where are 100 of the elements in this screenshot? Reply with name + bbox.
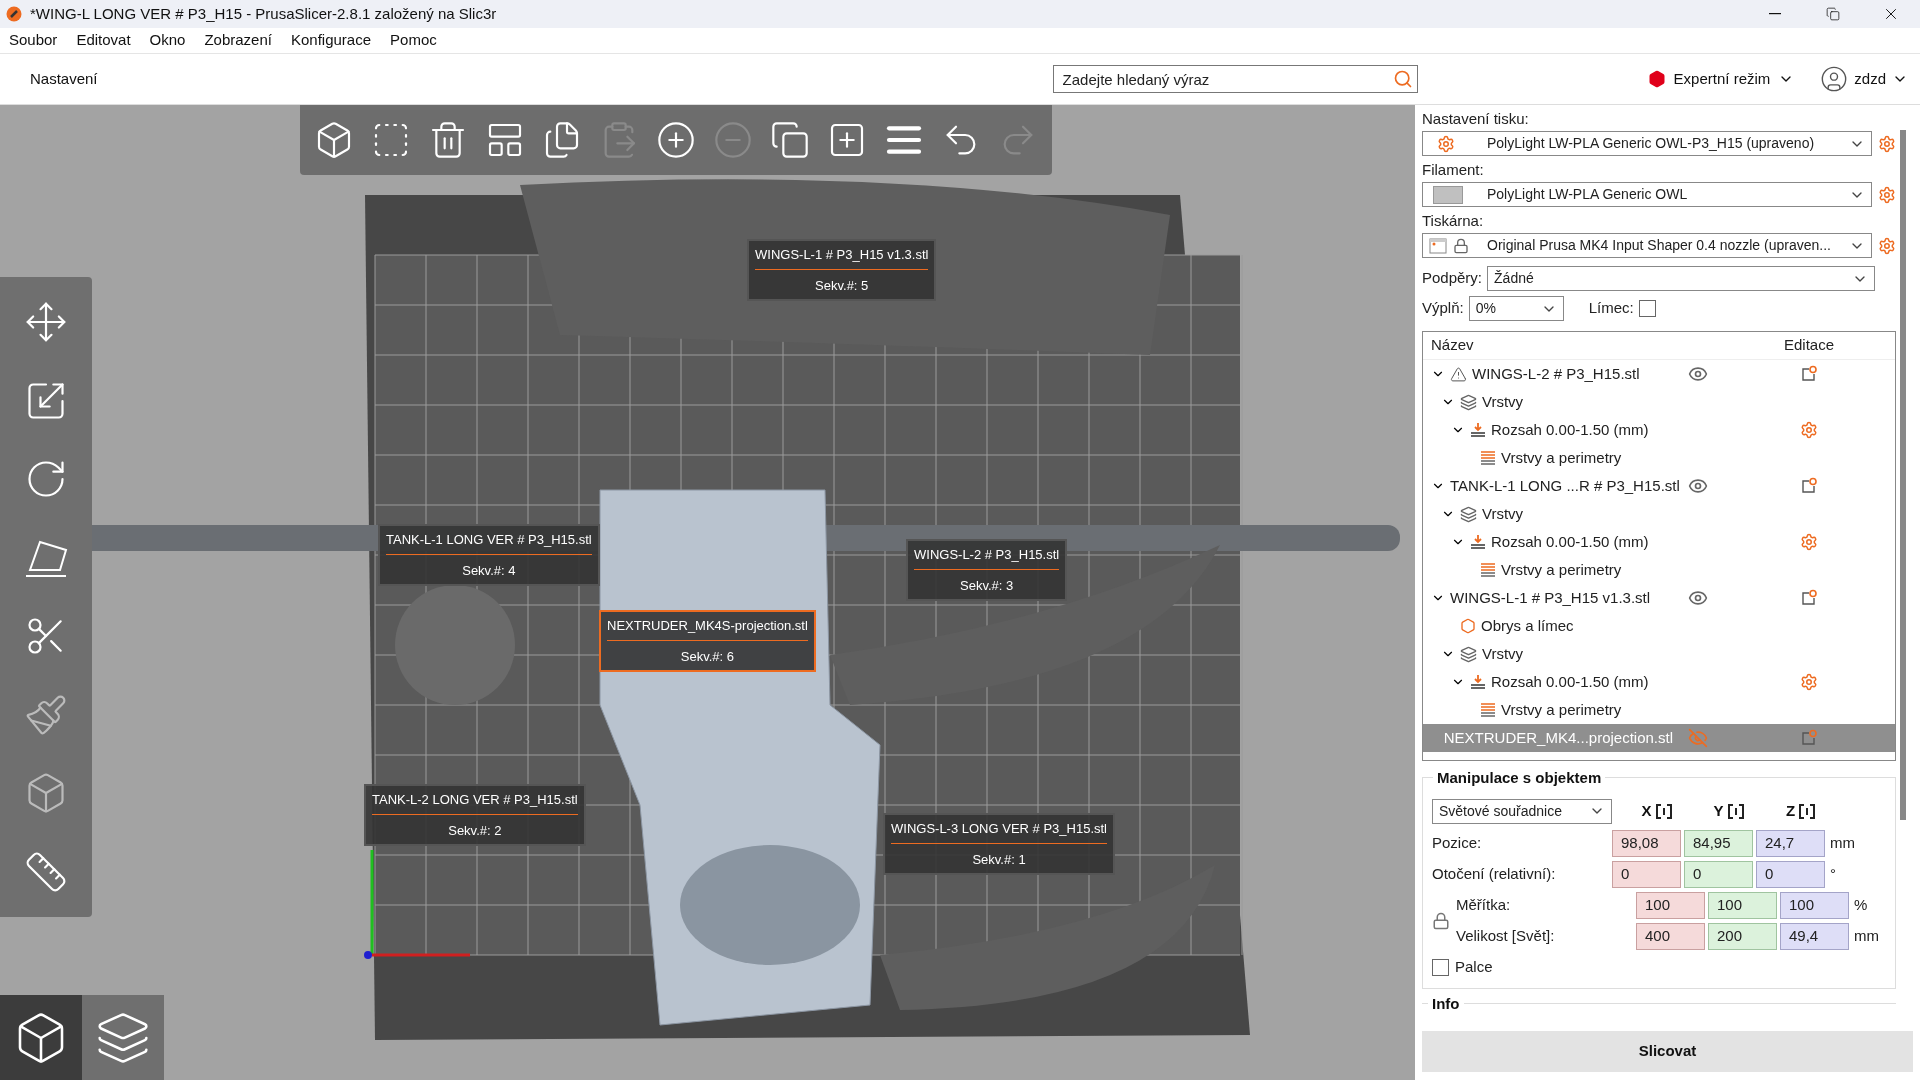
object-label-name: WINGS-L-2 # P3_H15.stl bbox=[914, 545, 1060, 570]
tree-item-label[interactable]: Vrstvy bbox=[1482, 642, 1524, 666]
tree-item-label[interactable]: Vrstvy bbox=[1482, 390, 1524, 414]
infill-dropdown[interactable]: 0% bbox=[1468, 296, 1564, 321]
field-label: Otočení (relativní): bbox=[1432, 864, 1557, 885]
preset-label: Nastavení tisku: bbox=[1422, 108, 1530, 129]
tree-item-label[interactable]: Rozsah 0.00-1.50 (mm) bbox=[1491, 418, 1649, 442]
view-button[interactable] bbox=[0, 995, 82, 1080]
edit-object-icon[interactable] bbox=[1800, 589, 1818, 607]
lock-icon bbox=[1453, 237, 1469, 254]
toolbar-button[interactable] bbox=[770, 120, 810, 160]
tree-item-label[interactable]: Vrstvy a perimetry bbox=[1501, 558, 1622, 582]
edit-object-icon[interactable] bbox=[1800, 477, 1818, 495]
menu-item[interactable]: Okno bbox=[149, 29, 186, 52]
value-field[interactable]: 24,7 bbox=[1756, 830, 1825, 857]
tree-item-label[interactable]: Obrys a límec bbox=[1481, 614, 1574, 638]
stripes-icon bbox=[1480, 562, 1496, 578]
field-label: Pozice: bbox=[1432, 833, 1483, 854]
gear-icon[interactable] bbox=[1878, 134, 1896, 153]
value-field[interactable]: 400 bbox=[1636, 923, 1705, 950]
tree-item-label[interactable]: Vrstvy a perimetry bbox=[1501, 446, 1622, 470]
stripes-icon bbox=[1480, 450, 1496, 466]
app-logo-icon bbox=[6, 6, 22, 22]
gear-icon bbox=[1437, 134, 1455, 153]
sequence-number: Sekv.#: 2 bbox=[448, 821, 502, 840]
object-label-name: TANK-L-1 LONG VER # P3_H15.stl bbox=[386, 530, 592, 555]
settings-gear-icon[interactable] bbox=[1800, 421, 1818, 439]
menu-item[interactable]: Editovat bbox=[76, 29, 131, 52]
split-squares-icon bbox=[770, 120, 810, 160]
tree-item-label[interactable]: Rozsah 0.00-1.50 (mm) bbox=[1491, 530, 1649, 554]
value-field[interactable]: 100 bbox=[1636, 892, 1705, 919]
printer-frame-icon bbox=[1429, 237, 1447, 254]
lock-icon[interactable] bbox=[1432, 912, 1450, 930]
object-name: TANK-L-1 LONG ...R # P3_H15.stl bbox=[1450, 475, 1680, 496]
sequence-number: Sekv.#: 5 bbox=[815, 276, 869, 295]
value-field[interactable]: 98,08 bbox=[1612, 830, 1681, 857]
tree-item-label[interactable]: Vrstvy bbox=[1482, 502, 1524, 526]
preset-label: Tiskárna: bbox=[1422, 210, 1485, 231]
field-label: Měřítka: bbox=[1456, 895, 1512, 916]
inches-checkbox[interactable] bbox=[1432, 958, 1449, 976]
window-title: *WING-L LONG VER # P3_H15 - PrusaSlicer-2.8.1 založený na Slic3r bbox=[30, 3, 497, 24]
slice-button[interactable]: Slicovat bbox=[1422, 1031, 1913, 1072]
eye-icon[interactable] bbox=[1688, 476, 1708, 496]
menu-item[interactable]: Zobrazení bbox=[204, 29, 272, 52]
value-field[interactable]: 100 bbox=[1780, 892, 1849, 919]
bracket-icon bbox=[1799, 803, 1816, 819]
preset-dropdown[interactable]: Original Prusa MK4 Input Shaper 0.4 nozzle (upraven... bbox=[1422, 233, 1873, 258]
layer-range-icon bbox=[1470, 534, 1486, 550]
view-button[interactable] bbox=[82, 995, 164, 1080]
object-label-name: NEXTRUDER_MK4S-projection.stl bbox=[607, 616, 808, 641]
layer-range-icon bbox=[1470, 422, 1486, 438]
object-label-name: WINGS-L-1 # P3_H15 v1.3.stl bbox=[755, 245, 929, 270]
coordinates-dropdown[interactable]: Světové souřadnice bbox=[1432, 798, 1612, 824]
menu-item[interactable]: Konfigurace bbox=[291, 29, 372, 52]
preset-dropdown[interactable]: PolyLight LW-PLA Generic OWL bbox=[1422, 182, 1873, 207]
column-header: Editace bbox=[1782, 335, 1835, 356]
gear-icon[interactable] bbox=[1878, 185, 1896, 204]
eye-icon[interactable] bbox=[1688, 588, 1708, 608]
object-label-name: TANK-L-2 LONG VER # P3_H15.stl bbox=[372, 790, 578, 815]
supports-label: Podpěry: bbox=[1422, 268, 1483, 289]
eye-icon[interactable] bbox=[1688, 364, 1708, 384]
supports-dropdown[interactable]: Žádné bbox=[1487, 266, 1876, 291]
value-field[interactable]: 0 bbox=[1612, 861, 1681, 888]
user-button[interactable]: zdzd bbox=[1820, 65, 1908, 93]
bracket-icon bbox=[1655, 803, 1672, 819]
preset-dropdown[interactable]: PolyLight LW-PLA Generic OWL-P3_H15 (upraveno) bbox=[1422, 131, 1873, 156]
value-field[interactable]: 49,4 bbox=[1780, 923, 1849, 950]
settings-gear-icon[interactable] bbox=[1800, 673, 1818, 691]
user-avatar-icon bbox=[1820, 65, 1849, 93]
value-field[interactable]: 100 bbox=[1708, 892, 1777, 919]
value-field[interactable]: 0 bbox=[1684, 861, 1753, 888]
gear-icon[interactable] bbox=[1878, 236, 1896, 255]
infill-label: Výplň: bbox=[1422, 298, 1464, 319]
axis-label: Z bbox=[1785, 800, 1796, 821]
toolbar-button[interactable] bbox=[656, 120, 696, 160]
value-field[interactable]: 84,95 bbox=[1684, 830, 1753, 857]
mode-button[interactable]: Expertní režim bbox=[1647, 67, 1795, 91]
sequence-number: Sekv.#: 4 bbox=[462, 561, 516, 580]
unit-label: ° bbox=[1830, 864, 1836, 885]
object-row[interactable]: TANK-L-1 LONG ...R # P3_H15.stl bbox=[1423, 472, 1895, 500]
settings-tab[interactable]: Nastavení bbox=[30, 67, 98, 91]
brim-checkbox[interactable] bbox=[1638, 300, 1656, 317]
object-row[interactable]: WINGS-L-2 # P3_H15.stl bbox=[1423, 360, 1895, 388]
hexagon-icon bbox=[1460, 618, 1476, 634]
preset-label: Filament: bbox=[1422, 159, 1485, 180]
object-row[interactable]: WINGS-L-1 # P3_H15 v1.3.stl bbox=[1423, 584, 1895, 612]
circle-plus-icon bbox=[656, 120, 696, 160]
edit-object-icon[interactable] bbox=[1800, 365, 1818, 383]
tree-item-label[interactable]: Vrstvy a perimetry bbox=[1501, 698, 1622, 722]
menu-item[interactable]: Pomoc bbox=[390, 29, 437, 52]
settings-gear-icon[interactable] bbox=[1800, 533, 1818, 551]
inches-label: Palce bbox=[1455, 956, 1493, 977]
search-field[interactable]: Zadejte hledaný výraz bbox=[1052, 65, 1418, 93]
value-field[interactable]: 0 bbox=[1756, 861, 1825, 888]
unit-label: mm bbox=[1830, 833, 1855, 854]
menu-item[interactable]: Soubor bbox=[9, 29, 58, 52]
object-label-name: WINGS-L-3 LONG VER # P3_H15.stl bbox=[891, 819, 1107, 844]
tree-item-label[interactable]: Rozsah 0.00-1.50 (mm) bbox=[1491, 670, 1649, 694]
sequence-number: Sekv.#: 6 bbox=[680, 647, 735, 666]
value-field[interactable]: 200 bbox=[1708, 923, 1777, 950]
